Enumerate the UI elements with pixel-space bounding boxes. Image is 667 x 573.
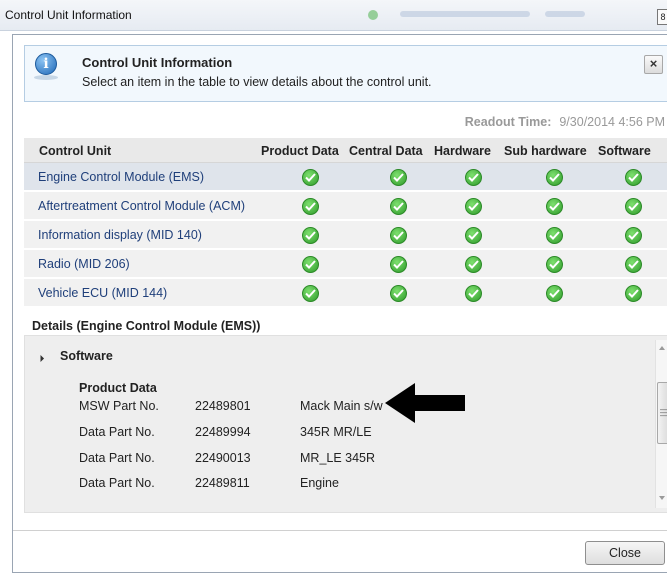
check-icon: [465, 227, 482, 244]
column-header-central-data[interactable]: Central Data: [349, 144, 423, 158]
window-control-button[interactable]: 8: [657, 9, 667, 25]
details-desc: 345R MR/LE: [300, 425, 372, 439]
check-icon: [546, 169, 563, 186]
details-row: Data Part No. 22489811 Engine: [79, 476, 499, 494]
control-unit-name[interactable]: Aftertreatment Control Module (ACM): [38, 199, 245, 213]
collapse-triangle-icon[interactable]: [36, 354, 45, 363]
check-icon: [302, 198, 319, 215]
check-icon: [302, 256, 319, 273]
column-header-product-data[interactable]: Product Data: [261, 144, 339, 158]
status-dot-icon: [368, 10, 378, 20]
column-header-sub-hardware[interactable]: Sub hardware: [504, 144, 587, 158]
details-desc: Mack Main s/w: [300, 399, 383, 413]
details-row: Data Part No. 22489994 345R MR/LE: [79, 425, 499, 443]
scroll-down-arrow-icon[interactable]: [659, 496, 665, 500]
control-unit-name[interactable]: Engine Control Module (EMS): [38, 170, 204, 184]
details-number: 22489811: [195, 476, 250, 490]
readout-time: Readout Time: 9/30/2014 4:56 PM: [465, 115, 665, 129]
details-label: MSW Part No.: [79, 399, 159, 413]
check-icon: [625, 198, 642, 215]
table-body: Engine Control Module (EMS) Aftertreatmen…: [24, 163, 667, 308]
window-title-bar: Control Unit Information 8: [0, 0, 667, 31]
check-icon: [465, 198, 482, 215]
check-icon: [302, 285, 319, 302]
blurred-title-text: [400, 11, 530, 17]
table-row[interactable]: Vehicle ECU (MID 144): [24, 279, 667, 308]
info-title: Control Unit Information: [82, 55, 233, 70]
details-number: 22489994: [195, 425, 251, 439]
details-number: 22490013: [195, 451, 251, 465]
details-row: Data Part No. 22490013 MR_LE 345R: [79, 451, 499, 469]
check-icon: [546, 256, 563, 273]
column-header-software[interactable]: Software: [598, 144, 651, 158]
check-icon: [302, 169, 319, 186]
scroll-grip-icon: ―――: [660, 406, 667, 420]
check-icon: [546, 285, 563, 302]
table-row[interactable]: Radio (MID 206): [24, 250, 667, 279]
close-button[interactable]: Close: [585, 541, 665, 565]
control-unit-dialog: i Control Unit Information Select an ite…: [12, 34, 667, 573]
window-title: Control Unit Information: [5, 8, 132, 22]
check-icon: [625, 285, 642, 302]
check-icon: [546, 198, 563, 215]
details-title: Details (Engine Control Module (EMS)): [32, 319, 261, 333]
control-unit-name[interactable]: Vehicle ECU (MID 144): [38, 286, 167, 300]
check-icon: [465, 256, 482, 273]
scroll-thumb[interactable]: ―――: [657, 382, 667, 444]
info-icon: i: [35, 53, 57, 75]
details-label: Data Part No.: [79, 476, 155, 490]
details-desc: MR_LE 345R: [300, 451, 376, 465]
check-icon: [390, 169, 407, 186]
check-icon: [625, 169, 642, 186]
check-icon: [390, 198, 407, 215]
table-row[interactable]: Information display (MID 140): [24, 221, 667, 250]
pointer-arrow-icon: [385, 383, 465, 423]
check-icon: [390, 256, 407, 273]
details-section-software[interactable]: Software: [60, 349, 113, 363]
details-group-product-data: Product Data: [79, 381, 157, 395]
scroll-up-arrow-icon[interactable]: [659, 346, 665, 350]
info-banner: i Control Unit Information Select an ite…: [24, 45, 667, 102]
check-icon: [390, 285, 407, 302]
control-unit-name[interactable]: Radio (MID 206): [38, 257, 130, 271]
details-desc: Engine: [300, 476, 339, 490]
details-number: 22489801: [195, 399, 251, 413]
check-icon: [302, 227, 319, 244]
column-header-control-unit[interactable]: Control Unit: [39, 144, 111, 158]
check-icon: [625, 227, 642, 244]
info-subtitle: Select an item in the table to view deta…: [82, 75, 432, 89]
table-row[interactable]: Engine Control Module (EMS): [24, 163, 667, 192]
blurred-title-text-2: [545, 11, 585, 17]
details-panel: Software Product Data MSW Part No. 224898…: [24, 335, 667, 513]
footer-divider: [13, 530, 667, 531]
check-icon: [465, 285, 482, 302]
control-unit-table: Control Unit Product Data Central Data H…: [24, 138, 667, 308]
check-icon: [546, 227, 563, 244]
check-icon: [465, 169, 482, 186]
table-header: Control Unit Product Data Central Data H…: [24, 138, 667, 163]
close-banner-button[interactable]: ×: [644, 55, 663, 74]
table-row[interactable]: Aftertreatment Control Module (ACM): [24, 192, 667, 221]
readout-time-label: Readout Time:: [464, 115, 552, 129]
readout-time-value: 9/30/2014 4:56 PM: [559, 115, 665, 129]
info-icon-shadow: [34, 75, 58, 80]
check-icon: [625, 256, 642, 273]
details-label: Data Part No.: [79, 425, 155, 439]
details-scrollbar[interactable]: ―――: [655, 340, 667, 508]
check-icon: [390, 227, 407, 244]
control-unit-name[interactable]: Information display (MID 140): [38, 228, 202, 242]
details-label: Data Part No.: [79, 451, 155, 465]
column-header-hardware[interactable]: Hardware: [434, 144, 491, 158]
